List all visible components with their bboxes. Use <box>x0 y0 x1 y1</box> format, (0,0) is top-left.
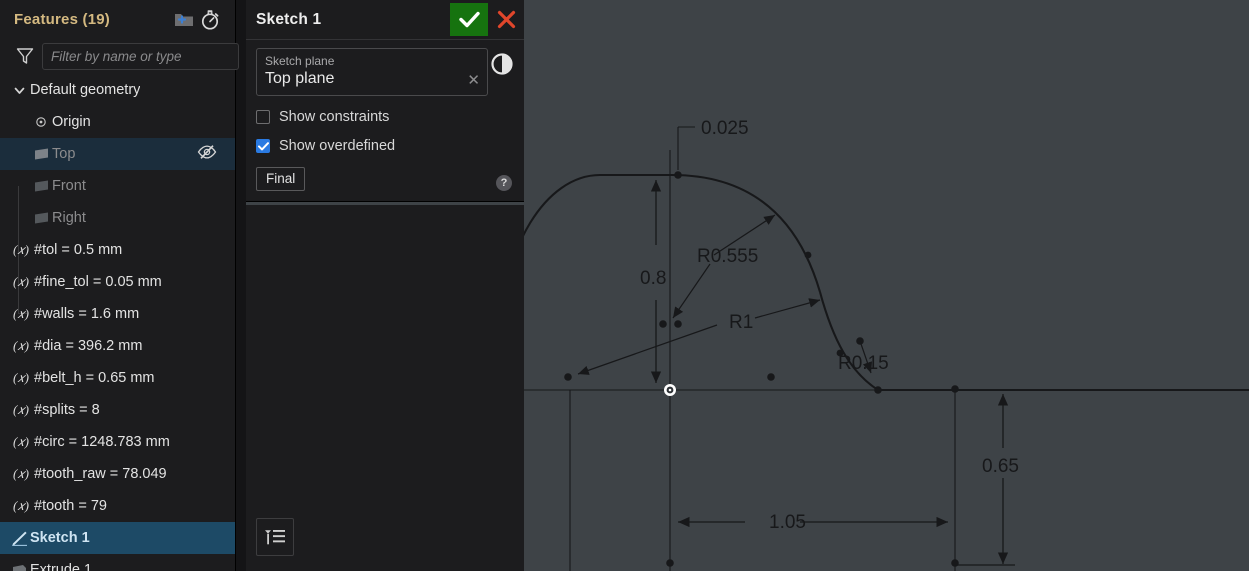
sketch-plane-field[interactable]: Sketch plane Top plane ✕ <box>256 48 488 96</box>
tree-item-label: #dia = 396.2 mm <box>34 338 143 354</box>
tree-item-variable-fine-tol[interactable]: (𝑥) #fine_tol = 0.05 mm <box>0 266 235 298</box>
tree-item-extrude-1[interactable]: Extrude 1 <box>0 554 235 571</box>
show-constraints-checkbox-row[interactable]: Show constraints <box>256 109 514 125</box>
tree-item-variable-tol[interactable]: (𝑥) #tol = 0.5 mm <box>0 234 235 266</box>
variable-icon: (𝑥) <box>13 434 29 449</box>
flip-plane-icon[interactable] <box>490 52 514 76</box>
dimension-label-065[interactable]: 0.65 <box>982 456 1019 478</box>
accept-button[interactable] <box>450 3 488 36</box>
show-constraints-label: Show constraints <box>279 109 390 125</box>
tree-item-label: #tol = 0.5 mm <box>34 242 123 258</box>
sketch-outline-list-icon[interactable] <box>256 518 294 556</box>
tree-item-label: Sketch 1 <box>30 530 90 546</box>
tree-item-label: Top <box>52 146 76 162</box>
plane-icon <box>30 147 52 161</box>
variable-icon: (𝑥) <box>13 338 29 353</box>
tree-item-label: Front <box>52 178 86 194</box>
tree-item-variable-walls[interactable]: (𝑥) #walls = 1.6 mm <box>0 298 235 330</box>
variable-icon: (𝑥) <box>13 498 29 513</box>
dimension-label-r1[interactable]: R1 <box>729 312 753 334</box>
tree-item-top-plane[interactable]: Top <box>0 138 235 170</box>
extrude-icon <box>8 563 30 571</box>
variable-icon: (𝑥) <box>13 466 29 481</box>
search-input[interactable] <box>42 42 239 70</box>
tree-item-label: #circ = 1248.783 mm <box>34 434 170 450</box>
panel-gutter <box>236 0 246 571</box>
dimension-label-r015[interactable]: R0.15 <box>838 353 889 375</box>
dialog-body: Sketch plane Top plane ✕ Show constraint… <box>246 40 524 201</box>
sketch-origin-marker[interactable] <box>664 384 676 396</box>
feature-panel-header: Features (19) <box>0 0 235 38</box>
application-window: 0.025 0.8 R0.555 R1 R0.15 0.65 1.05 Feat… <box>0 0 1249 571</box>
tree-item-label: #splits = 8 <box>34 402 100 418</box>
plane-icon <box>30 211 52 225</box>
chevron-down-icon[interactable] <box>8 84 30 97</box>
tree-item-variable-belt-h[interactable]: (𝑥) #belt_h = 0.65 mm <box>0 362 235 394</box>
variable-icon: (𝑥) <box>13 306 29 321</box>
sketch-plane-value: Top plane <box>265 70 335 87</box>
feature-tree-list[interactable]: Default geometry Origin Top Front Right … <box>0 74 235 571</box>
origin-point-icon <box>30 116 52 128</box>
tree-item-sketch-1[interactable]: Sketch 1 <box>0 522 235 554</box>
tree-item-label: Extrude 1 <box>30 562 93 571</box>
tree-item-label: #tooth = 79 <box>34 498 107 514</box>
tree-item-label: #tooth_raw = 78.049 <box>34 466 167 482</box>
tree-item-variable-tooth-raw[interactable]: (𝑥) #tooth_raw = 78.049 <box>0 458 235 490</box>
cancel-button[interactable] <box>488 3 524 36</box>
new-folder-icon[interactable] <box>171 6 197 32</box>
help-icon[interactable]: ? <box>496 175 512 191</box>
sketch-plane-label: Sketch plane <box>265 54 335 68</box>
tree-item-variable-circ[interactable]: (𝑥) #circ = 1248.783 mm <box>0 426 235 458</box>
dimension-label-105[interactable]: 1.05 <box>769 512 806 534</box>
tree-item-label: #walls = 1.6 mm <box>34 306 140 322</box>
tree-item-label: Default geometry <box>30 82 141 98</box>
feature-filter-row <box>0 38 239 74</box>
plane-icon <box>30 179 52 193</box>
show-overdefined-label: Show overdefined <box>279 138 396 154</box>
show-constraints-checkbox[interactable] <box>256 110 270 124</box>
sketch-pencil-icon <box>8 530 30 546</box>
sketch-dialog: Sketch 1 Sketch plane Top plane ✕ Show c… <box>246 0 524 201</box>
tree-item-variable-dia[interactable]: (𝑥) #dia = 396.2 mm <box>0 330 235 362</box>
tree-item-default-geometry[interactable]: Default geometry <box>0 74 235 106</box>
variable-icon: (𝑥) <box>13 402 29 417</box>
tree-item-label: Origin <box>52 114 91 130</box>
eye-slash-icon[interactable] <box>197 145 217 164</box>
page-title: Features (19) <box>14 10 110 28</box>
rollback-history-icon[interactable] <box>197 6 223 32</box>
variable-icon: (𝑥) <box>13 370 29 385</box>
final-button[interactable]: Final <box>256 167 306 191</box>
tree-item-variable-splits[interactable]: (𝑥) #splits = 8 <box>0 394 235 426</box>
dimension-label-0025[interactable]: 0.025 <box>701 118 749 140</box>
dimension-label-r0555[interactable]: R0.555 <box>697 246 758 268</box>
tree-item-origin[interactable]: Origin <box>0 106 235 138</box>
clear-plane-icon[interactable]: ✕ <box>467 73 480 88</box>
dialog-titlebar: Sketch 1 <box>246 0 524 40</box>
dimension-0025-leader[interactable] <box>677 126 695 170</box>
dialog-backdrop-column <box>246 205 524 571</box>
filter-funnel-icon[interactable] <box>16 47 34 65</box>
show-overdefined-checkbox[interactable] <box>256 139 270 153</box>
show-overdefined-checkbox-row[interactable]: Show overdefined <box>256 138 514 154</box>
feature-tree-panel: Features (19) Filter by name or type Def… <box>0 0 239 571</box>
tree-item-front-plane[interactable]: Front <box>0 170 235 202</box>
tree-item-label: #fine_tol = 0.05 mm <box>34 274 162 290</box>
tree-item-label: #belt_h = 0.65 mm <box>34 370 155 386</box>
dimension-label-08[interactable]: 0.8 <box>640 268 666 290</box>
variable-icon: (𝑥) <box>13 242 29 257</box>
dialog-title: Sketch 1 <box>256 10 322 28</box>
tree-item-right-plane[interactable]: Right <box>0 202 235 234</box>
variable-icon: (𝑥) <box>13 274 29 289</box>
tree-item-label: Right <box>52 210 86 226</box>
tree-item-variable-tooth[interactable]: (𝑥) #tooth = 79 <box>0 490 235 522</box>
